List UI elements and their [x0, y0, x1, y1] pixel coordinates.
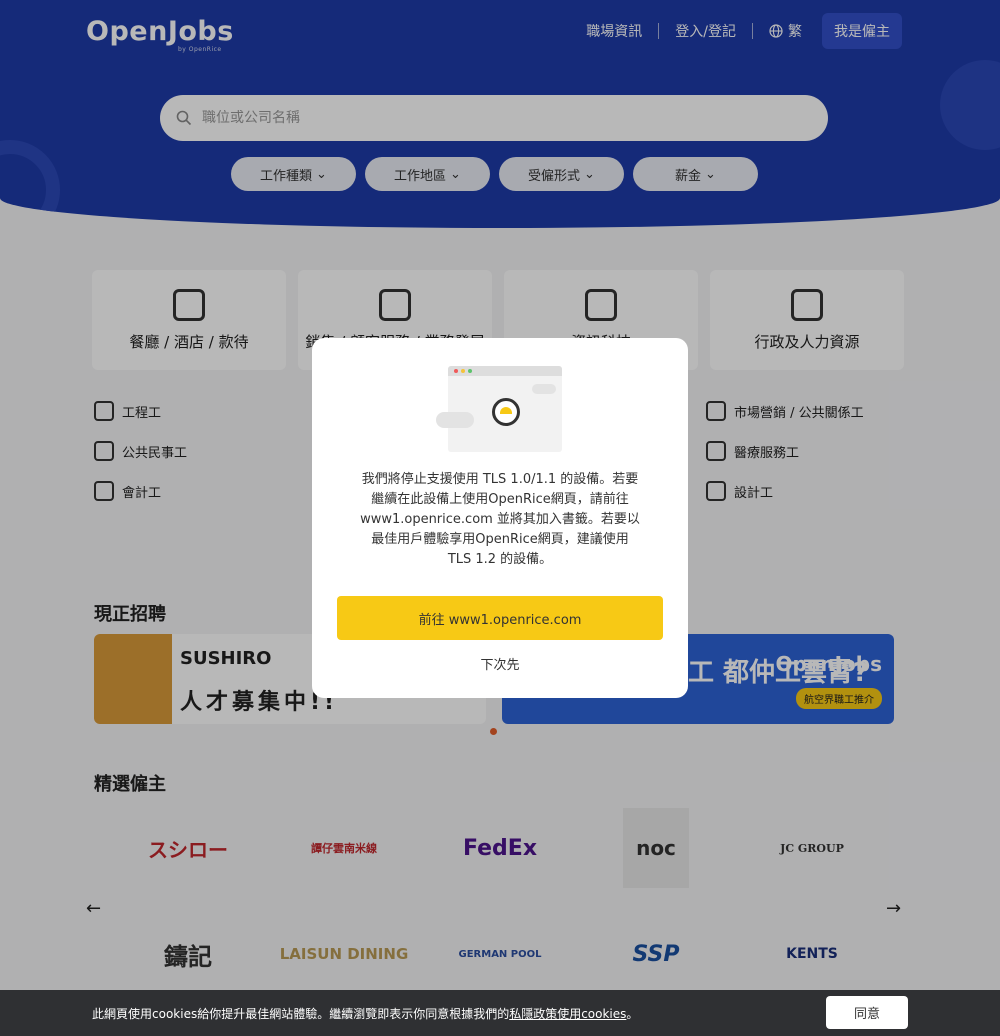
- browser-illustration: [436, 364, 562, 452]
- cookie-period: 。: [626, 1007, 639, 1021]
- openrice-mascot-icon: [492, 398, 520, 426]
- agree-button[interactable]: 同意: [826, 996, 908, 1029]
- tls-notice-modal: 我們將停止支援使用 TLS 1.0/1.1 的設備。若要繼續在此設備上使用Ope…: [312, 338, 688, 698]
- cloud-graphic: [436, 412, 474, 428]
- cloud-graphic: [532, 384, 556, 394]
- browser-bar-graphic: [448, 366, 562, 376]
- dismiss-link[interactable]: 下次先: [312, 654, 688, 673]
- modal-message: 我們將停止支援使用 TLS 1.0/1.1 的設備。若要繼續在此設備上使用Ope…: [360, 472, 640, 567]
- cookie-message: 此網頁使用cookies給你提升最佳網站體驗。繼續瀏覽即表示你同意根據我們的: [92, 1007, 510, 1021]
- window-dot: [468, 369, 472, 373]
- privacy-policy-link[interactable]: 私隱政策使用cookies: [509, 1007, 626, 1021]
- cookie-text: 此網頁使用cookies給你提升最佳網站體驗。繼續瀏覽即表示你同意根據我們的私隱…: [92, 1005, 638, 1022]
- window-dot: [461, 369, 465, 373]
- cookie-banner: 此網頁使用cookies給你提升最佳網站體驗。繼續瀏覽即表示你同意根據我們的私隱…: [0, 990, 1000, 1036]
- go-to-site-button[interactable]: 前往 www1.openrice.com: [337, 596, 663, 640]
- window-dot: [454, 369, 458, 373]
